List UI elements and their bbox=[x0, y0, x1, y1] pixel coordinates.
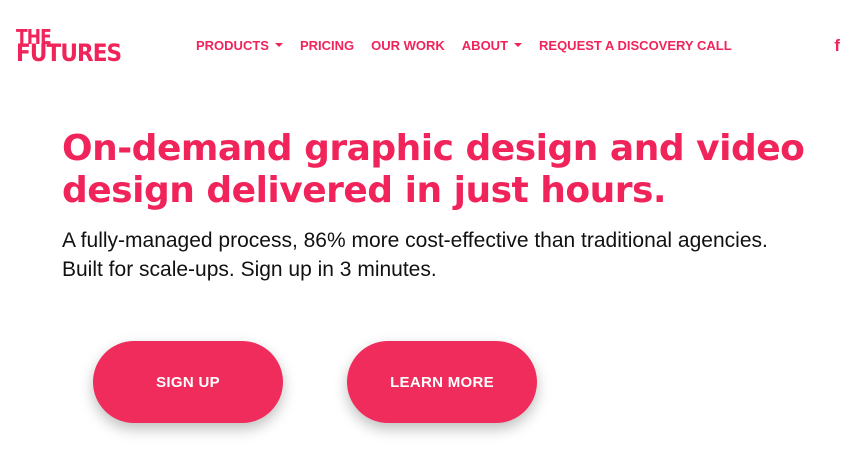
nav-item-pricing[interactable]: PRICING bbox=[300, 38, 354, 53]
nav-item-our-work[interactable]: OUR WORK bbox=[371, 38, 445, 53]
nav-item-label: PRODUCTS bbox=[196, 38, 269, 53]
hero-subtext: A fully-managed process, 86% more cost-e… bbox=[62, 229, 768, 281]
nav-item-label: ABOUT bbox=[461, 38, 509, 53]
main-nav: PRODUCTS PRICING OUR WORK ABOUT REQUEST … bbox=[196, 38, 749, 53]
nav-item-label: REQUEST A DISCOVERY CALL bbox=[539, 38, 732, 53]
facebook-icon[interactable]: f bbox=[834, 36, 840, 56]
page: THE FUTURES PRODUCTS PRICING OUR WORK AB… bbox=[0, 0, 850, 450]
nav-item-about[interactable]: ABOUT bbox=[461, 38, 523, 53]
nav-item-request-call[interactable]: REQUEST A DISCOVERY CALL bbox=[539, 38, 732, 53]
nav-item-label: OUR WORK bbox=[371, 38, 445, 53]
logo-line-2: FUTURES bbox=[16, 39, 122, 66]
brand-logo[interactable]: THE FUTURES bbox=[16, 28, 128, 66]
hero-headline: On-demand graphic design and video desig… bbox=[62, 128, 805, 211]
learn-more-button[interactable]: LEARN MORE bbox=[347, 341, 537, 423]
nav-item-label: PRICING bbox=[299, 38, 355, 53]
nav-item-products[interactable]: PRODUCTS bbox=[196, 38, 283, 53]
caret-down-icon bbox=[514, 42, 523, 47]
caret-down-icon bbox=[274, 42, 283, 47]
sign-up-button[interactable]: SIGN UP bbox=[93, 341, 283, 423]
